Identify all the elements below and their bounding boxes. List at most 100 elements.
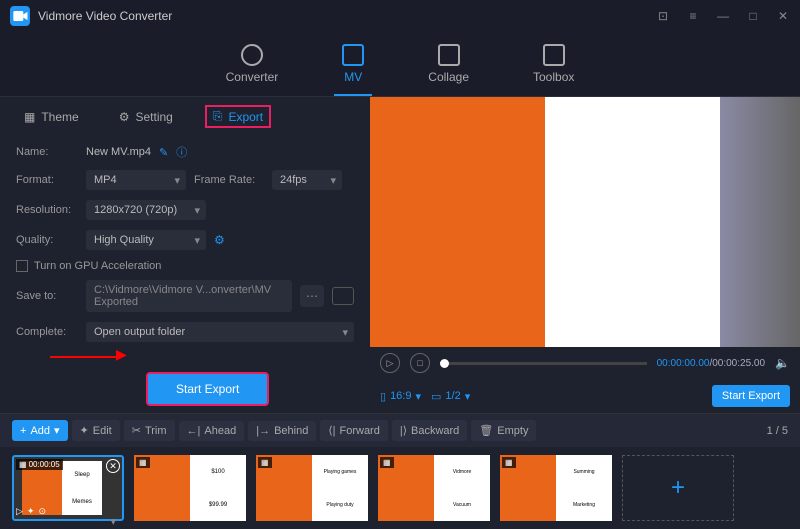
titlebar: Vidmore Video Converter ⊡ ≡ — □ ✕ xyxy=(0,0,800,32)
nav-toolbox[interactable]: Toolbox xyxy=(525,40,582,96)
top-nav: Converter MV Collage Toolbox xyxy=(0,32,800,97)
thumbnail-item[interactable]: VidmoreVacuum ▦ xyxy=(378,455,490,521)
resolution-select[interactable]: 1280x720 (720p) xyxy=(86,200,206,220)
btn-label: Backward xyxy=(411,425,459,437)
pages-control[interactable]: ▭ 1/2 ▾ xyxy=(431,390,470,403)
play-icon[interactable]: ▷ xyxy=(16,506,23,517)
volume-icon[interactable]: 🔈 xyxy=(775,356,790,370)
backward-icon: |⟩ xyxy=(400,424,407,437)
nav-collage[interactable]: Collage xyxy=(420,40,477,96)
collage-icon xyxy=(438,44,460,66)
forward-icon: ⟨| xyxy=(328,424,335,437)
btn-label: Trim xyxy=(145,425,167,437)
resolution-label: Resolution: xyxy=(16,204,78,216)
tab-export[interactable]: ⎘Export xyxy=(205,105,271,128)
settings-gear-icon[interactable]: ⚙ xyxy=(214,233,228,247)
ahead-button[interactable]: ←|Ahead xyxy=(179,421,245,441)
nav-mv[interactable]: MV xyxy=(334,40,372,96)
image-badge: ▦ xyxy=(258,457,272,468)
maximize-button[interactable]: □ xyxy=(746,9,760,23)
add-button[interactable]: +Add▾ xyxy=(12,420,68,441)
nav-label: Converter xyxy=(226,70,279,84)
thumbnail-item[interactable]: $100$99.99 ▦ xyxy=(134,455,246,521)
behind-button[interactable]: |→Behind xyxy=(248,421,316,441)
backward-button[interactable]: |⟩ Backward xyxy=(392,420,467,441)
framerate-select[interactable]: 24fps xyxy=(272,170,342,190)
name-value: New MV.mp4 xyxy=(86,146,151,158)
gpu-checkbox[interactable]: Turn on GPU Acceleration xyxy=(16,260,354,272)
pages-value: 1/2 xyxy=(445,390,460,402)
image-badge: ▦ xyxy=(380,457,394,468)
edit-name-icon[interactable]: ✎ xyxy=(159,146,168,159)
menu-icon[interactable]: ≡ xyxy=(686,9,700,23)
start-export-button-small[interactable]: Start Export xyxy=(712,385,790,407)
stop-button[interactable]: □ xyxy=(410,353,430,373)
duration-text: 00:00:05 xyxy=(29,460,60,469)
complete-select[interactable]: Open output folder xyxy=(86,322,354,342)
trim-icon[interactable]: ⊙ xyxy=(38,506,46,517)
close-button[interactable]: ✕ xyxy=(776,9,790,23)
plus-icon: + xyxy=(20,425,26,437)
chevron-down-icon: ▾ xyxy=(415,390,421,403)
thumbnail-item[interactable]: SleepMemes ▦00:00:05 ✕ ▷✦⊙ xyxy=(12,455,124,521)
complete-label: Complete: xyxy=(16,326,78,338)
minimize-button[interactable]: — xyxy=(716,9,730,23)
aspect-value: 16:9 xyxy=(390,390,411,402)
preview-blur xyxy=(720,97,800,347)
quality-label: Quality: xyxy=(16,234,78,246)
trim-button[interactable]: ✂Trim xyxy=(124,420,175,441)
framerate-label: Frame Rate: xyxy=(194,174,264,186)
timeline-slider[interactable] xyxy=(440,362,647,365)
mv-icon xyxy=(342,44,364,66)
tab-setting[interactable]: ⚙ Setting xyxy=(111,105,181,128)
edit-button[interactable]: ✦Edit xyxy=(72,420,120,441)
info-icon[interactable]: ⓘ xyxy=(176,144,187,160)
btn-label: Behind xyxy=(274,425,308,437)
nav-label: Collage xyxy=(428,70,469,84)
saveto-path: C:\Vidmore\Vidmore V...onverter\MV Expor… xyxy=(86,280,292,312)
empty-button[interactable]: 🗑Empty xyxy=(471,420,536,441)
format-label: Format: xyxy=(16,174,78,186)
chevron-down-icon: ▾ xyxy=(465,390,471,403)
forward-button[interactable]: ⟨| Forward xyxy=(320,420,388,441)
tab-label: Setting xyxy=(135,110,172,124)
browse-button[interactable]: ⋯ xyxy=(300,285,324,307)
image-badge: ▦ xyxy=(136,457,150,468)
ahead-icon: ←| xyxy=(187,425,201,437)
saveto-label: Save to: xyxy=(16,290,78,302)
nav-converter[interactable]: Converter xyxy=(218,40,287,96)
screen-icon: ▭ xyxy=(431,390,441,403)
play-button[interactable]: ▷ xyxy=(380,353,400,373)
toolbox-icon xyxy=(543,44,565,66)
meme-cell xyxy=(370,97,545,222)
add-thumbnail-button[interactable]: + xyxy=(622,455,734,521)
quality-select[interactable]: High Quality xyxy=(86,230,206,250)
btn-label: Edit xyxy=(93,425,112,437)
btn-label: Forward xyxy=(340,425,380,437)
nav-label: Toolbox xyxy=(533,70,574,84)
left-panel: ▦Theme ⚙Setting ⎘Export Name: New MV.mp4… xyxy=(0,97,370,413)
gpu-label: Turn on GPU Acceleration xyxy=(34,260,161,272)
tab-theme[interactable]: ▦Theme xyxy=(16,105,87,128)
image-icon: ▦ xyxy=(19,460,27,469)
btn-label: Ahead xyxy=(204,425,236,437)
trash-icon: 🗑 xyxy=(479,424,493,437)
open-folder-icon[interactable] xyxy=(332,287,354,305)
gear-icon: ⚙ xyxy=(119,110,130,124)
time-current: 00:00:00.00 xyxy=(657,358,710,369)
converter-icon xyxy=(241,44,263,66)
aspect-control[interactable]: ▯ 16:9 ▾ xyxy=(380,390,421,403)
start-export-button[interactable]: Start Export xyxy=(146,372,269,406)
image-badge: ▦ xyxy=(502,457,516,468)
edit-icon[interactable]: ✦ xyxy=(27,506,35,517)
clip-toolbar: +Add▾ ✦Edit ✂Trim ←|Ahead |→Behind ⟨| For… xyxy=(0,413,800,447)
feedback-icon[interactable]: ⊡ xyxy=(656,9,670,23)
time-total: /00:00:25.00 xyxy=(709,358,765,369)
aspect-icon: ▯ xyxy=(380,390,386,403)
thumbnail-item[interactable]: SummingMarketing ▦ xyxy=(500,455,612,521)
app-title: Vidmore Video Converter xyxy=(38,9,656,23)
thumbnail-item[interactable]: Playing gamesPlaying duty ▦ xyxy=(256,455,368,521)
export-icon: ⎘ xyxy=(213,109,223,124)
remove-thumb-icon[interactable]: ✕ xyxy=(106,459,120,473)
format-select[interactable]: MP4 xyxy=(86,170,186,190)
